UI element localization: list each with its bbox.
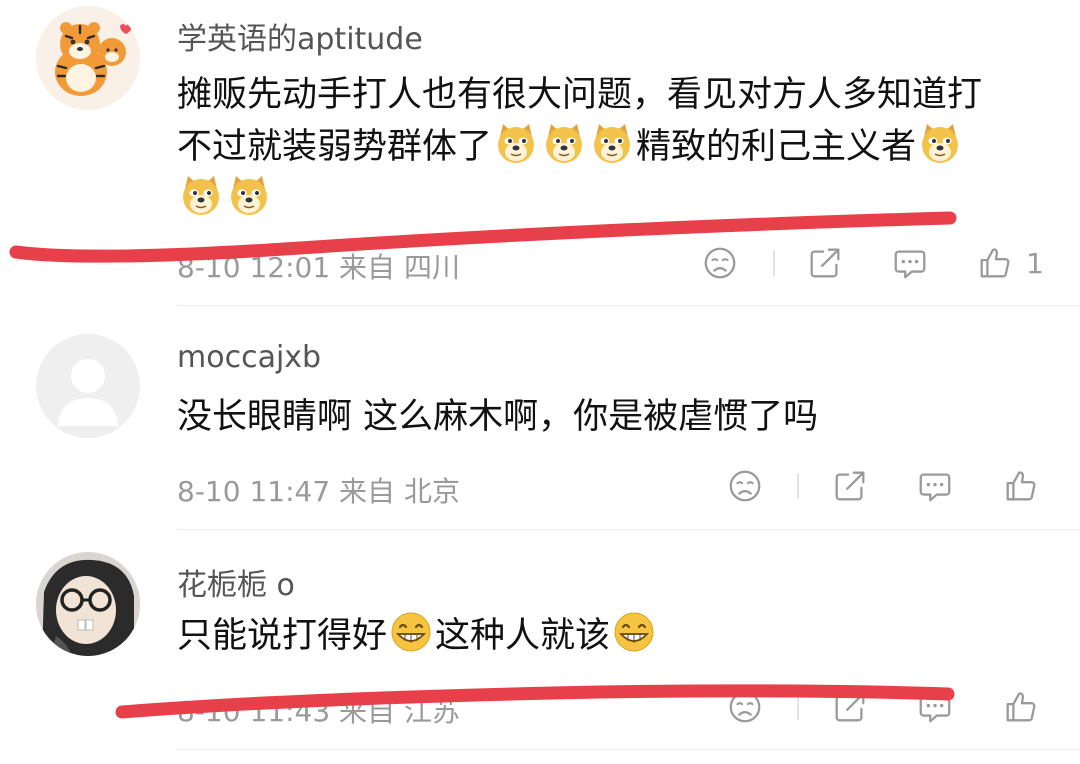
comment-text: 摊贩先动手打人也有很大问题，看见对方人多知道打 不过就装弱势群体了 精致的利己主义… (177, 69, 1057, 225)
doge-emoji (494, 121, 538, 165)
like-icon (1002, 688, 1040, 726)
comment-item: 花栀栀 o 只能说打得好 这种人就该 8-10 11:43 来自 江苏 (0, 530, 1080, 764)
avatar[interactable] (36, 552, 140, 656)
dislike-icon (701, 244, 739, 282)
like-button[interactable]: 1 (976, 244, 1044, 282)
like-icon (976, 244, 1014, 282)
like-button[interactable] (1002, 688, 1040, 726)
doge-emoji (179, 173, 223, 217)
dislike-button[interactable] (726, 688, 764, 726)
comment-text-segment: 精致的利己主义者 (636, 127, 917, 167)
comment-text: 没长眼睛啊 这么麻木啊，你是被虐惯了吗 (177, 391, 1057, 443)
doge-emoji (227, 173, 271, 217)
action-separator (797, 694, 799, 720)
comment-text: 只能说打得好 这种人就该 (177, 610, 1057, 662)
grin-emoji (389, 610, 433, 654)
like-button[interactable] (1002, 467, 1040, 505)
reply-icon (916, 467, 954, 505)
action-separator (773, 250, 775, 276)
doge-emoji (918, 121, 962, 165)
user-photo-avatar-icon (36, 552, 140, 656)
comment-text-line: 没长眼睛啊 这么麻木啊，你是被虐惯了吗 (177, 397, 819, 437)
comment-text-line: 不过就装弱势群体了 精致的利己主义者 (177, 121, 1057, 173)
avatar[interactable] (36, 334, 140, 438)
share-button[interactable] (806, 244, 844, 282)
tiger-avatar-icon (36, 6, 140, 110)
avatar[interactable] (36, 6, 140, 110)
comment-text-line: 摊贩先动手打人也有很大问题，看见对方人多知道打 (177, 75, 983, 115)
reply-icon (916, 688, 954, 726)
comment-text-segment: 只能说打得好 (177, 616, 388, 656)
comment-meta: 8-10 11:47 来自 北京 (177, 475, 460, 508)
doge-emoji (590, 121, 634, 165)
comment-item: 学英语的aptitude 摊贩先动手打人也有很大问题，看见对方人多知道打 不过就… (0, 0, 1080, 306)
dislike-button[interactable] (701, 244, 739, 282)
reply-icon (891, 244, 929, 282)
comment-text-segment: 不过就装弱势群体了 (177, 127, 493, 167)
dislike-icon (726, 688, 764, 726)
comment-meta: 8-10 11:43 来自 江苏 (177, 695, 460, 728)
dislike-icon (726, 467, 764, 505)
comment-text-line (177, 173, 1057, 225)
comment-text-segment: 这种人就该 (435, 616, 611, 656)
comment-username[interactable]: 学英语的aptitude (177, 14, 423, 58)
like-icon (1002, 467, 1040, 505)
share-icon (831, 467, 869, 505)
reply-button[interactable] (891, 244, 929, 282)
grin-emoji (612, 610, 656, 654)
comment-divider (177, 749, 1080, 750)
like-count: 1 (1026, 246, 1044, 280)
comment-item: moccajxb 没长眼睛啊 这么麻木啊，你是被虐惯了吗 8-10 11:47 … (0, 306, 1080, 530)
action-separator (797, 473, 799, 499)
share-icon (806, 244, 844, 282)
share-button[interactable] (831, 688, 869, 726)
share-icon (831, 688, 869, 726)
default-avatar-icon (36, 334, 140, 438)
share-button[interactable] (831, 467, 869, 505)
reply-button[interactable] (916, 688, 954, 726)
reply-button[interactable] (916, 467, 954, 505)
dislike-button[interactable] (726, 467, 764, 505)
comment-username[interactable]: moccajxb (177, 340, 321, 375)
comment-meta: 8-10 12:01 来自 四川 (177, 251, 460, 284)
doge-emoji (542, 121, 586, 165)
comment-text-line: 只能说打得好 这种人就该 (177, 610, 1057, 662)
comment-username[interactable]: 花栀栀 o (177, 560, 295, 604)
